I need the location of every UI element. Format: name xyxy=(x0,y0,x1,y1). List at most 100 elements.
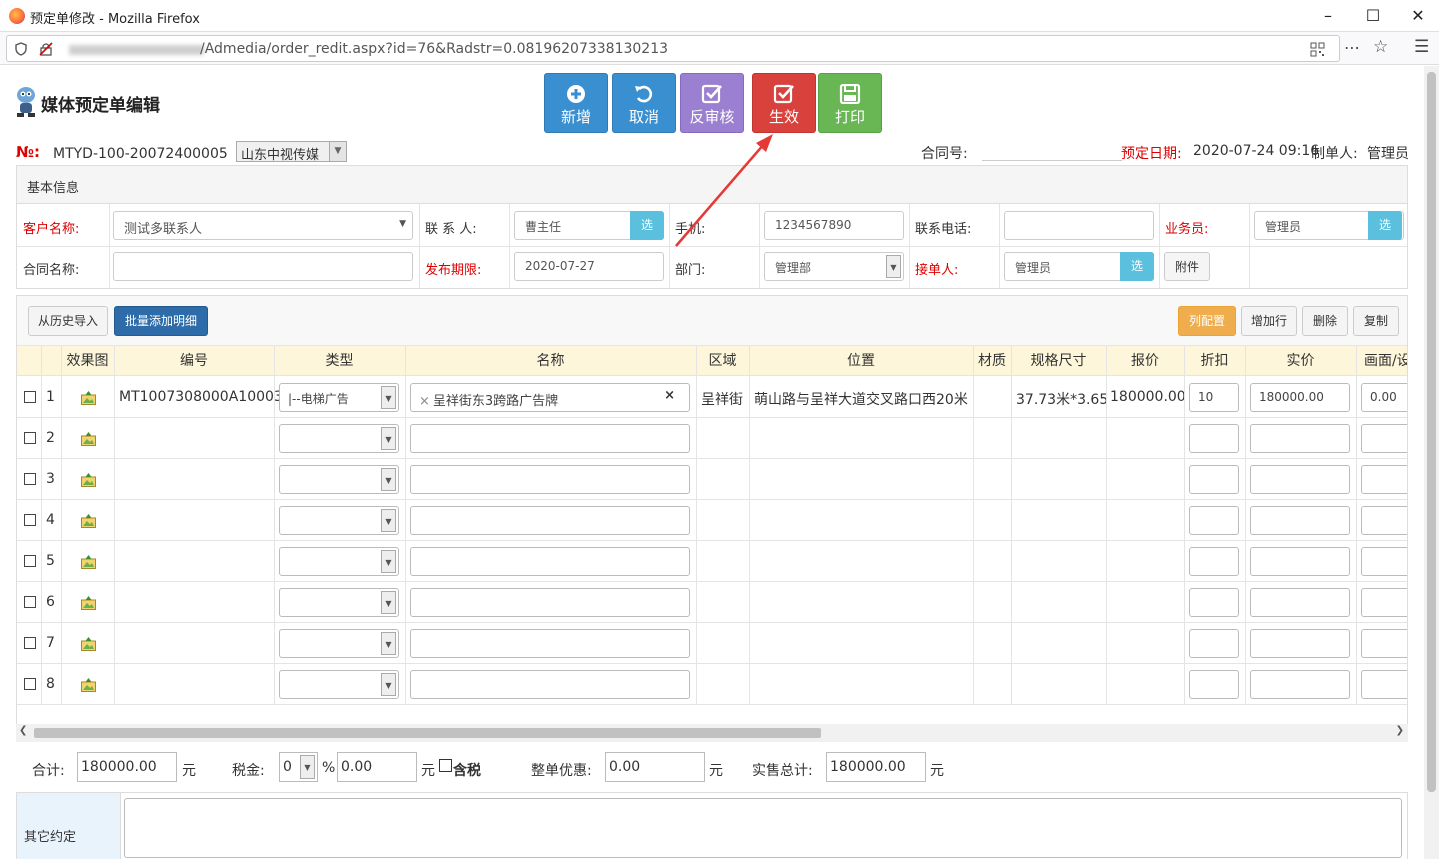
other-terms-textarea[interactable] xyxy=(124,798,1402,858)
type-select[interactable]: |--电梯广告 ▼ xyxy=(279,383,399,412)
batch-add-button[interactable]: 批量添加明细 xyxy=(114,306,208,336)
print-button[interactable]: 打印 xyxy=(818,73,882,133)
name-input[interactable] xyxy=(410,506,690,535)
screen-input[interactable] xyxy=(1361,547,1407,576)
type-select[interactable]: ▼ xyxy=(279,465,399,494)
phone-input[interactable] xyxy=(1004,211,1154,240)
org-select[interactable]: 山东中视传媒 ▼ xyxy=(236,141,347,163)
price-input[interactable] xyxy=(1250,424,1350,453)
discount-input[interactable] xyxy=(1189,588,1239,617)
price-input[interactable] xyxy=(1250,465,1350,494)
screen-input[interactable] xyxy=(1361,629,1407,658)
type-select[interactable]: ▼ xyxy=(279,547,399,576)
delete-button[interactable]: 删除 xyxy=(1302,306,1348,336)
screen-input[interactable] xyxy=(1361,670,1407,699)
image-upload-icon[interactable] xyxy=(81,678,96,692)
price-input[interactable] xyxy=(1250,629,1350,658)
type-select[interactable]: ▼ xyxy=(279,588,399,617)
screen-input[interactable] xyxy=(1361,506,1407,535)
type-select[interactable]: ▼ xyxy=(279,629,399,658)
name-input[interactable] xyxy=(410,465,690,494)
image-upload-icon[interactable] xyxy=(81,514,96,528)
image-upload-icon[interactable] xyxy=(81,637,96,651)
type-select[interactable]: ▼ xyxy=(279,670,399,699)
row-checkbox[interactable] xyxy=(24,473,36,485)
name-input[interactable] xyxy=(410,547,690,576)
contract-name-input[interactable] xyxy=(113,252,413,281)
discount-input[interactable] xyxy=(1189,506,1239,535)
qr-code-icon[interactable] xyxy=(1310,42,1325,57)
menu-icon[interactable]: ☰ xyxy=(1414,37,1429,57)
price-input[interactable] xyxy=(1250,670,1350,699)
actual-total-input[interactable]: 180000.00 xyxy=(826,752,926,782)
receiver-select-button[interactable]: 选 xyxy=(1120,252,1154,281)
discount-input[interactable] xyxy=(1189,424,1239,453)
scroll-right-icon[interactable]: ❯ xyxy=(1396,725,1404,736)
copy-button[interactable]: 复制 xyxy=(1353,306,1399,336)
add-new-button[interactable]: 新增 xyxy=(544,73,608,133)
insecure-lock-icon[interactable] xyxy=(39,42,53,56)
publish-deadline-input[interactable]: 2020-07-27 xyxy=(514,252,664,281)
name-input[interactable] xyxy=(410,629,690,658)
clear-selection-icon[interactable]: × xyxy=(419,394,430,409)
screen-input[interactable] xyxy=(1361,465,1407,494)
activate-button[interactable]: 生效 xyxy=(752,73,816,133)
bookmark-star-icon[interactable]: ☆ xyxy=(1373,37,1388,57)
screen-input[interactable]: 0.00 xyxy=(1361,383,1407,412)
contact-select-button[interactable]: 选 xyxy=(630,211,664,240)
contract-no-field[interactable] xyxy=(982,160,1122,161)
url-input[interactable]: /Admedia/order_redit.aspx?id=76&Radstr=0… xyxy=(6,35,1340,62)
image-upload-icon[interactable] xyxy=(81,432,96,446)
screen-input[interactable] xyxy=(1361,424,1407,453)
name-input[interactable] xyxy=(410,670,690,699)
customer-select[interactable]: 测试多联系人 ▼ xyxy=(113,211,413,240)
tax-value-input[interactable]: 0.00 xyxy=(337,752,417,782)
order-discount-input[interactable]: 0.00 xyxy=(605,752,705,782)
sum-input[interactable]: 180000.00 xyxy=(77,752,177,782)
import-history-button[interactable]: 从历史导入 xyxy=(28,306,108,336)
horizontal-scrollbar[interactable]: ❮ ❯ xyxy=(16,724,1408,742)
scroll-left-icon[interactable]: ❮ xyxy=(19,725,27,736)
tax-included-checkbox[interactable] xyxy=(439,759,452,772)
price-input[interactable] xyxy=(1250,506,1350,535)
tax-rate-select[interactable]: 0 ▼ xyxy=(279,752,318,782)
column-config-button[interactable]: 列配置 xyxy=(1178,306,1236,336)
row-checkbox[interactable] xyxy=(24,555,36,567)
discount-input[interactable] xyxy=(1189,465,1239,494)
screen-input[interactable] xyxy=(1361,588,1407,617)
price-input[interactable] xyxy=(1250,588,1350,617)
image-upload-icon[interactable] xyxy=(81,473,96,487)
name-input[interactable] xyxy=(410,588,690,617)
maximize-icon[interactable]: ☐ xyxy=(1350,4,1396,28)
close-icon[interactable]: × xyxy=(664,388,675,403)
row-checkbox[interactable] xyxy=(24,432,36,444)
dept-select[interactable]: 管理部 ▼ xyxy=(764,252,904,281)
row-checkbox[interactable] xyxy=(24,514,36,526)
row-checkbox[interactable] xyxy=(24,678,36,690)
name-input[interactable] xyxy=(410,424,690,453)
scroll-thumb[interactable] xyxy=(34,728,821,738)
row-checkbox[interactable] xyxy=(24,637,36,649)
image-upload-icon[interactable] xyxy=(81,596,96,610)
scroll-thumb[interactable] xyxy=(1427,72,1436,792)
salesman-select-button[interactable]: 选 xyxy=(1368,211,1402,240)
price-input[interactable] xyxy=(1250,547,1350,576)
attachment-button[interactable]: 附件 xyxy=(1164,252,1210,281)
name-input[interactable]: × 呈祥街东3跨路广告牌 × xyxy=(410,383,690,412)
cancel-button[interactable]: 取消 xyxy=(612,73,676,133)
price-input[interactable]: 180000.00 xyxy=(1250,383,1350,412)
discount-input[interactable] xyxy=(1189,629,1239,658)
minimize-icon[interactable]: – xyxy=(1305,4,1351,28)
more-options-icon[interactable]: ⋯ xyxy=(1344,38,1360,57)
shield-icon[interactable] xyxy=(15,42,27,56)
vertical-scrollbar[interactable] xyxy=(1424,66,1439,859)
discount-input[interactable] xyxy=(1189,670,1239,699)
add-row-button[interactable]: 增加行 xyxy=(1241,306,1297,336)
unapprove-button[interactable]: 反审核 xyxy=(680,73,744,133)
type-select[interactable]: ▼ xyxy=(279,424,399,453)
row-checkbox[interactable] xyxy=(24,391,36,403)
discount-input[interactable] xyxy=(1189,547,1239,576)
close-icon[interactable]: ✕ xyxy=(1395,4,1439,28)
image-upload-icon[interactable] xyxy=(81,391,96,405)
image-upload-icon[interactable] xyxy=(81,555,96,569)
